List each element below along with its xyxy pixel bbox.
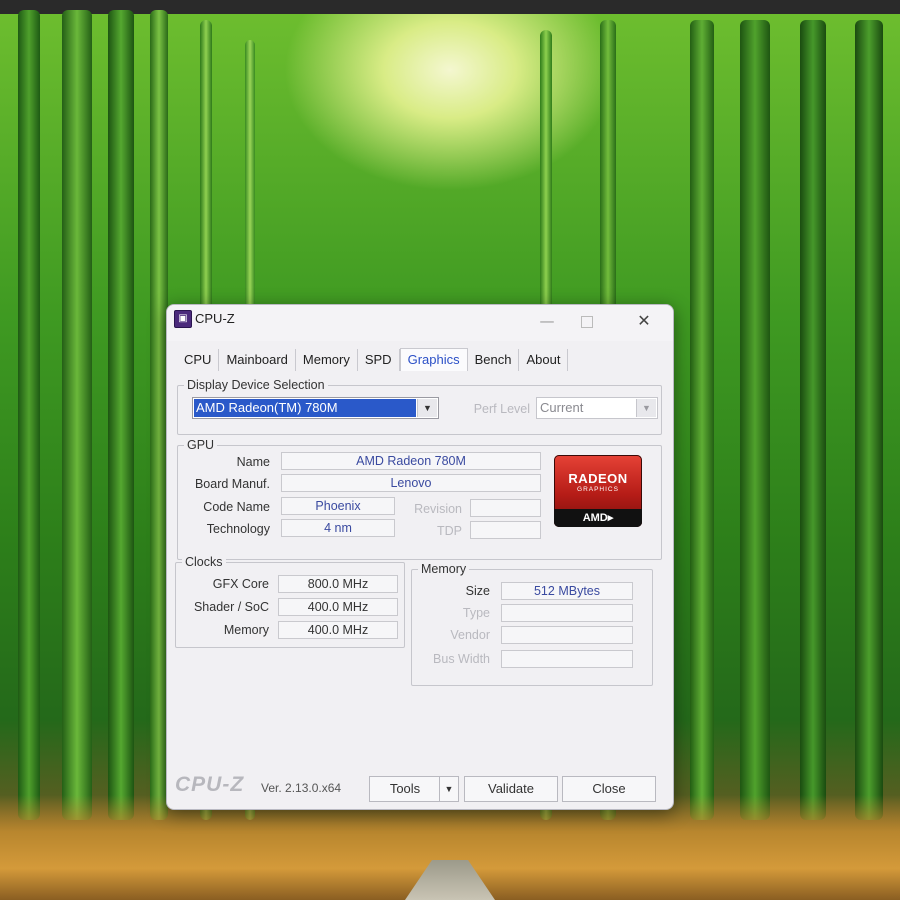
- radeon-logo-text: RADEON: [568, 471, 628, 486]
- graphics-logo-text: GRAPHICS: [577, 486, 619, 493]
- maximize-icon: [581, 315, 593, 328]
- bamboo-stalk: [108, 10, 134, 820]
- tools-dropdown-arrow[interactable]: ▼: [439, 776, 459, 802]
- amd-logo-text: AMD▸: [554, 509, 642, 527]
- gfx-core-label: GFX Core: [212, 577, 269, 591]
- technology-value: 4 nm: [281, 519, 395, 537]
- technology-label: Technology: [206, 522, 270, 536]
- gpu-title: GPU: [184, 438, 218, 452]
- minimize-button[interactable]: —: [527, 307, 567, 335]
- tab-about[interactable]: About: [519, 349, 569, 371]
- minimize-icon: —: [539, 312, 555, 330]
- gfx-core-value: 800.0 MHz: [278, 575, 398, 593]
- mem-vendor-value: [501, 626, 633, 644]
- tdp-value: [470, 521, 541, 539]
- close-button[interactable]: Close: [562, 776, 656, 802]
- close-window-button[interactable]: ✕: [624, 307, 664, 335]
- code-name-value: Phoenix: [281, 497, 395, 515]
- memory-clock-value: 400.0 MHz: [278, 621, 398, 639]
- board-manuf-value: Lenovo: [281, 474, 541, 492]
- footer-bar: CPU-Z Ver. 2.13.0.x64 Tools ▼ Validate C…: [167, 771, 673, 809]
- chevron-down-icon: ▼: [636, 399, 656, 417]
- tab-spd[interactable]: SPD: [358, 349, 400, 371]
- bus-width-value: [501, 650, 633, 668]
- perf-level-value: Current: [540, 400, 584, 415]
- bamboo-stalk: [855, 20, 883, 820]
- mem-type-value: [501, 604, 633, 622]
- revision-value: [470, 499, 541, 517]
- monitor-bezel: [0, 0, 900, 14]
- bamboo-stalk: [62, 10, 92, 820]
- shader-soc-label: Shader / SoC: [193, 600, 269, 614]
- display-device-group: Display Device Selection AMD Radeon(TM) …: [177, 378, 662, 435]
- mem-size-value: 512 MBytes: [501, 582, 633, 600]
- perf-level-label: Perf Level: [473, 402, 530, 416]
- bamboo-stalk: [690, 20, 714, 820]
- tdp-label: TDP: [437, 524, 462, 538]
- board-manuf-label: Board Manuf.: [194, 477, 270, 491]
- cpu-z-footer-logo: CPU-Z: [175, 773, 245, 796]
- clocks-title: Clocks: [182, 555, 226, 569]
- clocks-group: Clocks GFX Core 800.0 MHz Shader / SoC 4…: [175, 555, 405, 648]
- chevron-down-icon: ▼: [417, 399, 437, 417]
- mem-type-label: Type: [462, 606, 490, 620]
- title-bar[interactable]: ▣ CPU-Z — ✕: [167, 305, 673, 341]
- cpu-z-app-icon: ▣: [174, 310, 192, 328]
- tab-mainboard[interactable]: Mainboard: [219, 349, 296, 371]
- chevron-down-icon: ▼: [444, 784, 454, 794]
- memory-clock-label: Memory: [223, 623, 269, 637]
- bamboo-stalk: [18, 10, 40, 820]
- tab-memory[interactable]: Memory: [296, 349, 358, 371]
- cpu-z-window: ▣ CPU-Z — ✕ CPU Mainboard Memory SPD Gra…: [166, 304, 674, 810]
- tools-button[interactable]: Tools: [369, 776, 441, 802]
- bamboo-stalk: [800, 20, 826, 820]
- device-select-value: AMD Radeon(TM) 780M: [194, 399, 416, 417]
- window-title: CPU-Z: [195, 311, 235, 326]
- gpu-name-value: AMD Radeon 780M: [281, 452, 541, 470]
- perf-level-select[interactable]: Current ▼: [536, 397, 658, 419]
- memory-title: Memory: [418, 562, 470, 576]
- tab-cpu[interactable]: CPU: [177, 349, 220, 371]
- device-select[interactable]: AMD Radeon(TM) 780M ▼: [192, 397, 439, 419]
- validate-button[interactable]: Validate: [464, 776, 558, 802]
- maximize-button[interactable]: [567, 307, 607, 335]
- tab-bar: CPU Mainboard Memory SPD Graphics Bench …: [177, 345, 569, 371]
- display-device-title: Display Device Selection: [184, 378, 328, 392]
- revision-label: Revision: [414, 502, 462, 516]
- code-name-label: Code Name: [203, 500, 270, 514]
- shader-soc-value: 400.0 MHz: [278, 598, 398, 616]
- version-text: Ver. 2.13.0.x64: [261, 781, 342, 795]
- close-icon: ✕: [637, 311, 651, 330]
- bamboo-stalk: [740, 20, 770, 820]
- radeon-graphics-logo: RADEON GRAPHICS AMD▸: [554, 455, 642, 527]
- tab-bench[interactable]: Bench: [468, 349, 520, 371]
- mem-size-label: Size: [465, 584, 490, 598]
- tab-graphics[interactable]: Graphics: [399, 348, 468, 371]
- memory-group: Memory Size 512 MBytes Type Vendor Bus W…: [411, 562, 653, 686]
- gpu-name-label: Name: [236, 455, 270, 469]
- mem-vendor-label: Vendor: [450, 628, 490, 642]
- bus-width-label: Bus Width: [433, 652, 490, 666]
